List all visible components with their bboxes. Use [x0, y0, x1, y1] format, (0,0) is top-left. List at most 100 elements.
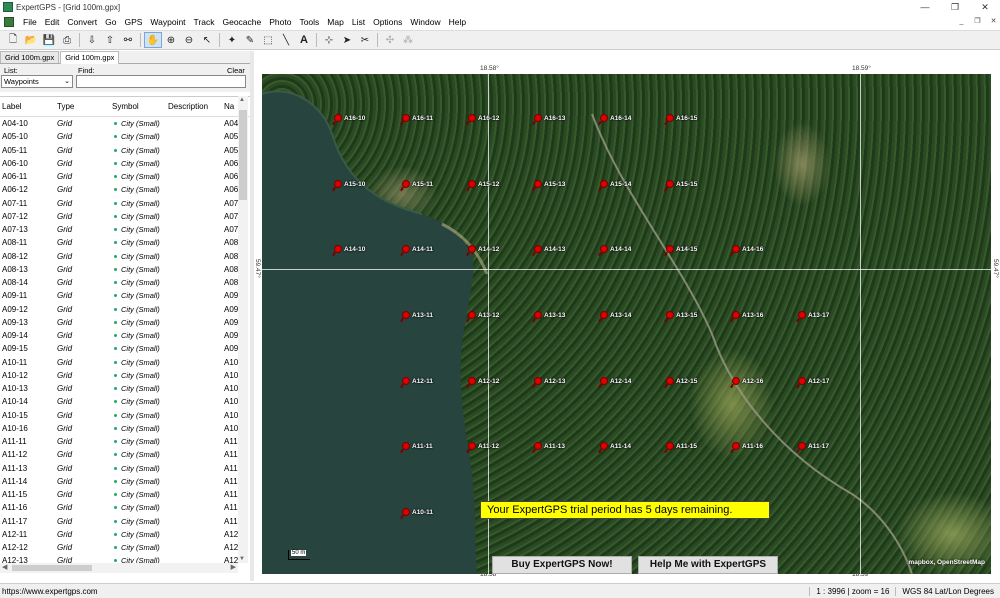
- column-header-label[interactable]: Label: [0, 102, 57, 111]
- map-waypoint[interactable]: A11-14: [600, 442, 631, 450]
- table-row[interactable]: A12-11 Grid City (Small) A12: [0, 528, 250, 541]
- menu-window[interactable]: Window: [406, 17, 444, 27]
- menu-options[interactable]: Options: [369, 17, 406, 27]
- rectangle-select-icon[interactable]: ⬚: [259, 32, 277, 48]
- menu-waypoint[interactable]: Waypoint: [146, 17, 189, 27]
- map-waypoint[interactable]: A11-15: [666, 442, 697, 450]
- print-icon[interactable]: ⎙: [58, 32, 76, 48]
- satellite-map[interactable]: A16-10 A16-11 A16-12 A16-13 A16-14 A16-15 A15-…: [262, 74, 991, 574]
- column-header-description[interactable]: Description: [168, 102, 224, 111]
- column-header-type[interactable]: Type: [57, 102, 112, 111]
- close-icon[interactable]: ✕: [970, 0, 1000, 14]
- crosshair-icon[interactable]: ⊹: [320, 32, 338, 48]
- table-row[interactable]: A10-12 Grid City (Small) A10: [0, 369, 250, 382]
- hscroll-thumb[interactable]: [12, 565, 92, 571]
- map-waypoint[interactable]: A12-13: [534, 377, 565, 385]
- menu-track[interactable]: Track: [190, 17, 219, 27]
- table-row[interactable]: A07-12 Grid City (Small) A07: [0, 210, 250, 223]
- zoom-out-icon[interactable]: ⊖: [180, 32, 198, 48]
- map-waypoint[interactable]: A12-17: [798, 377, 829, 385]
- scroll-left-icon[interactable]: ◀: [2, 563, 7, 571]
- map-waypoint[interactable]: A13-14: [600, 311, 631, 319]
- waypoint-tool-icon[interactable]: ✦: [223, 32, 241, 48]
- map-waypoint[interactable]: A10-11: [402, 508, 433, 516]
- map-waypoint[interactable]: A16-10: [334, 114, 365, 122]
- table-row[interactable]: A06-10 Grid City (Small) A06: [0, 157, 250, 170]
- select-arrow-icon[interactable]: ↖: [198, 32, 216, 48]
- map-waypoint[interactable]: A16-12: [468, 114, 499, 122]
- table-vertical-scrollbar[interactable]: ▲ ▼: [238, 96, 248, 563]
- table-row[interactable]: A09-14 Grid City (Small) A09: [0, 329, 250, 342]
- tab-grid-2[interactable]: Grid 100m.gpx: [60, 51, 120, 64]
- clear-button[interactable]: Clear: [227, 66, 245, 75]
- table-row[interactable]: A10-15 Grid City (Small) A10: [0, 409, 250, 422]
- find-input[interactable]: [76, 75, 246, 88]
- map-waypoint[interactable]: A15-15: [666, 180, 697, 188]
- table-row[interactable]: A07-13 Grid City (Small) A07: [0, 223, 250, 236]
- map-waypoint[interactable]: A14-15: [666, 245, 697, 253]
- column-header-symbol[interactable]: Symbol: [112, 102, 168, 111]
- map-waypoint[interactable]: A13-12: [468, 311, 499, 319]
- scroll-up-icon[interactable]: ▲: [239, 97, 245, 103]
- map-waypoint[interactable]: A12-14: [600, 377, 631, 385]
- map-waypoint[interactable]: A14-11: [402, 245, 433, 253]
- table-row[interactable]: A12-12 Grid City (Small) A12: [0, 541, 250, 554]
- scroll-down-icon[interactable]: ▼: [239, 556, 245, 562]
- table-row[interactable]: A06-12 Grid City (Small) A06: [0, 183, 250, 196]
- map-waypoint[interactable]: A15-13: [534, 180, 565, 188]
- table-row[interactable]: A08-11 Grid City (Small) A08: [0, 236, 250, 249]
- table-row[interactable]: A11-11 Grid City (Small) A11: [0, 435, 250, 448]
- table-row[interactable]: A08-13 Grid City (Small) A08: [0, 263, 250, 276]
- buy-now-button[interactable]: Buy ExpertGPS Now!: [492, 556, 632, 574]
- table-row[interactable]: A04-10 Grid City (Small) A04: [0, 117, 250, 130]
- menu-map[interactable]: Map: [323, 17, 348, 27]
- table-row[interactable]: A10-16 Grid City (Small) A10: [0, 422, 250, 435]
- table-row[interactable]: A10-11 Grid City (Small) A10: [0, 356, 250, 369]
- map-waypoint[interactable]: A14-16: [732, 245, 763, 253]
- map-waypoint[interactable]: A15-11: [402, 180, 433, 188]
- map-waypoint[interactable]: A16-14: [600, 114, 631, 122]
- table-row[interactable]: A08-12 Grid City (Small) A08: [0, 250, 250, 263]
- text-tool-icon[interactable]: A: [295, 32, 313, 48]
- map-waypoint[interactable]: A14-14: [600, 245, 631, 253]
- table-row[interactable]: A11-13 Grid City (Small) A11: [0, 462, 250, 475]
- table-row[interactable]: A11-15 Grid City (Small) A11: [0, 488, 250, 501]
- hand-pan-icon[interactable]: ✋: [144, 32, 162, 48]
- map-waypoint[interactable]: A11-11: [402, 442, 433, 450]
- split-icon[interactable]: ✂: [356, 32, 374, 48]
- menu-go[interactable]: Go: [101, 17, 120, 27]
- table-row[interactable]: A10-13 Grid City (Small) A10: [0, 382, 250, 395]
- map-waypoint[interactable]: A13-16: [732, 311, 763, 319]
- table-row[interactable]: A11-17 Grid City (Small) A11: [0, 515, 250, 528]
- map-waypoint[interactable]: A12-16: [732, 377, 763, 385]
- route-tool-icon[interactable]: ➤: [338, 32, 356, 48]
- tab-grid-1[interactable]: Grid 100m.gpx: [0, 51, 60, 63]
- map-waypoint[interactable]: A11-17: [798, 442, 829, 450]
- menu-geocache[interactable]: Geocache: [218, 17, 265, 27]
- map-waypoint[interactable]: A13-17: [798, 311, 829, 319]
- mdi-restore-icon[interactable]: ❐: [971, 16, 984, 27]
- binoculars-icon[interactable]: ⚯: [119, 32, 137, 48]
- map-waypoint[interactable]: A16-15: [666, 114, 697, 122]
- table-row[interactable]: A09-15 Grid City (Small) A09: [0, 342, 250, 355]
- table-row[interactable]: A05-11 Grid City (Small) A05: [0, 144, 250, 157]
- table-row[interactable]: A11-12 Grid City (Small) A11: [0, 448, 250, 461]
- table-row[interactable]: A10-14 Grid City (Small) A10: [0, 395, 250, 408]
- table-row[interactable]: A06-11 Grid City (Small) A06: [0, 170, 250, 183]
- map-waypoint[interactable]: A11-16: [732, 442, 763, 450]
- map-waypoint[interactable]: A16-11: [402, 114, 433, 122]
- map-waypoint[interactable]: A13-15: [666, 311, 697, 319]
- map-waypoint[interactable]: A15-10: [334, 180, 365, 188]
- mdi-minimize-icon[interactable]: _: [955, 16, 968, 27]
- scroll-thumb[interactable]: [239, 110, 247, 200]
- map-waypoint[interactable]: A13-13: [534, 311, 565, 319]
- menu-list[interactable]: List: [348, 17, 369, 27]
- map-waypoint[interactable]: A15-14: [600, 180, 631, 188]
- map-waypoint[interactable]: A11-12: [468, 442, 499, 450]
- map-waypoint[interactable]: A12-12: [468, 377, 499, 385]
- map-waypoint[interactable]: A11-13: [534, 442, 565, 450]
- gps-send-icon[interactable]: ⇧: [101, 32, 119, 48]
- map-waypoint[interactable]: A14-12: [468, 245, 499, 253]
- menu-help[interactable]: Help: [445, 17, 470, 27]
- new-file-icon[interactable]: 🗋: [4, 32, 22, 48]
